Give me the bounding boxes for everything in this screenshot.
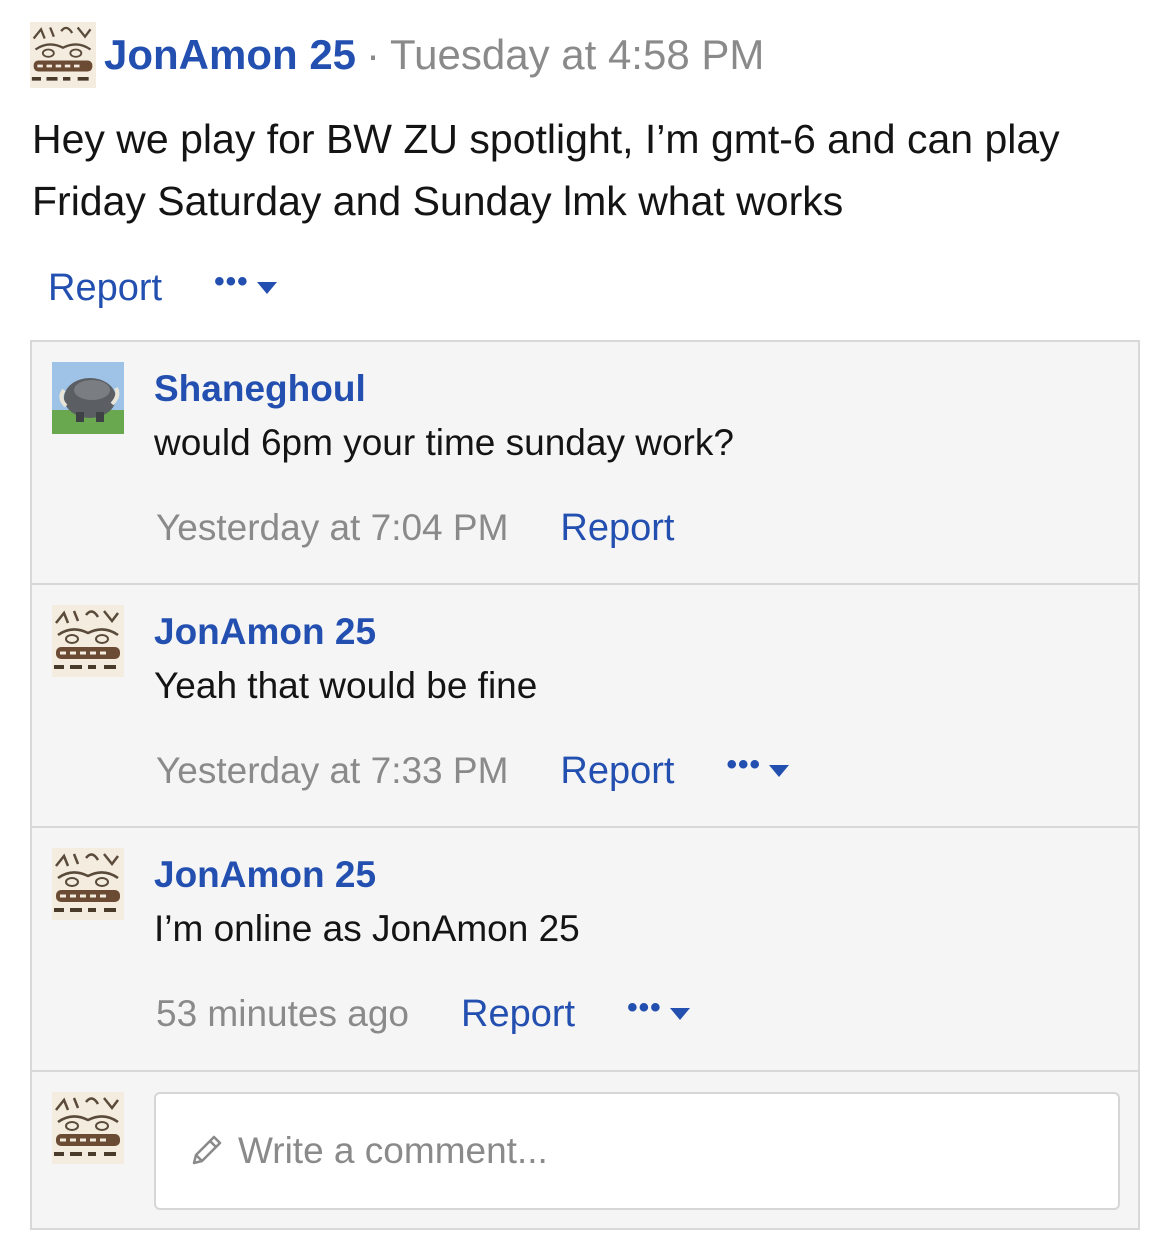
comment-text: would 6pm your time sunday work? <box>154 422 734 463</box>
more-dots-icon: ••• <box>214 265 249 298</box>
comment-author-link[interactable]: JonAmon 25 <box>154 854 376 896</box>
comment-item: JonAmon 25 I’m online as JonAmon 25 53 m… <box>32 828 1138 1072</box>
more-options-menu[interactable]: ••• <box>627 993 690 1029</box>
user-avatar-pokemon[interactable] <box>52 362 124 434</box>
user-avatar-sketch[interactable] <box>52 605 124 677</box>
comment-meta: 53 minutes ago Report ••• <box>156 990 690 1038</box>
comment-timestamp[interactable]: Yesterday at 7:33 PM <box>156 750 508 792</box>
post-actions: Report ••• <box>48 262 277 314</box>
caret-down-icon <box>256 282 277 294</box>
more-dots-icon: ••• <box>726 748 761 781</box>
comment-text: Yeah that would be fine <box>154 665 538 706</box>
report-link[interactable]: Report <box>48 267 162 310</box>
user-avatar-sketch[interactable] <box>30 22 96 88</box>
more-options-menu[interactable]: ••• <box>726 750 789 786</box>
user-avatar-sketch <box>52 1092 124 1164</box>
comment-timestamp[interactable]: Yesterday at 7:04 PM <box>156 507 508 549</box>
pencil-icon <box>192 1135 222 1165</box>
more-options-menu[interactable]: ••• <box>214 267 277 303</box>
meta-separator: · <box>366 31 381 78</box>
post-header: JonAmon 25 · Tuesday at 4:58 PM <box>30 20 764 90</box>
post-timestamp[interactable]: Tuesday at 4:58 PM <box>390 31 764 79</box>
comment-timestamp[interactable]: 53 minutes ago <box>156 993 409 1035</box>
comment-author-link[interactable]: JonAmon 25 <box>154 611 376 653</box>
comment-placeholder: Write a comment... <box>238 1130 548 1171</box>
comment-meta: Yesterday at 7:33 PM Report ••• <box>156 747 789 795</box>
report-link[interactable]: Report <box>560 750 674 793</box>
comments-panel: Shaneghoul would 6pm your time sunday wo… <box>30 340 1140 1230</box>
caret-down-icon <box>669 1008 690 1020</box>
comment-text: I’m online as JonAmon 25 <box>154 908 580 949</box>
user-avatar-sketch[interactable] <box>52 848 124 920</box>
comment-input[interactable]: Write a comment... <box>154 1092 1120 1210</box>
comment-form: Write a comment... <box>32 1072 1138 1228</box>
more-dots-icon: ••• <box>627 991 662 1024</box>
post-author-link[interactable]: JonAmon 25 <box>104 31 356 79</box>
report-link[interactable]: Report <box>461 993 575 1036</box>
caret-down-icon <box>768 765 789 777</box>
post-message: Hey we play for BW ZU spotlight, I’m gmt… <box>32 116 1060 224</box>
report-link[interactable]: Report <box>560 507 674 550</box>
comment-item: JonAmon 25 Yeah that would be fine Yeste… <box>32 585 1138 828</box>
comment-meta: Yesterday at 7:04 PM Report <box>156 504 674 552</box>
comment-author-link[interactable]: Shaneghoul <box>154 368 366 410</box>
comment-item: Shaneghoul would 6pm your time sunday wo… <box>32 342 1138 585</box>
